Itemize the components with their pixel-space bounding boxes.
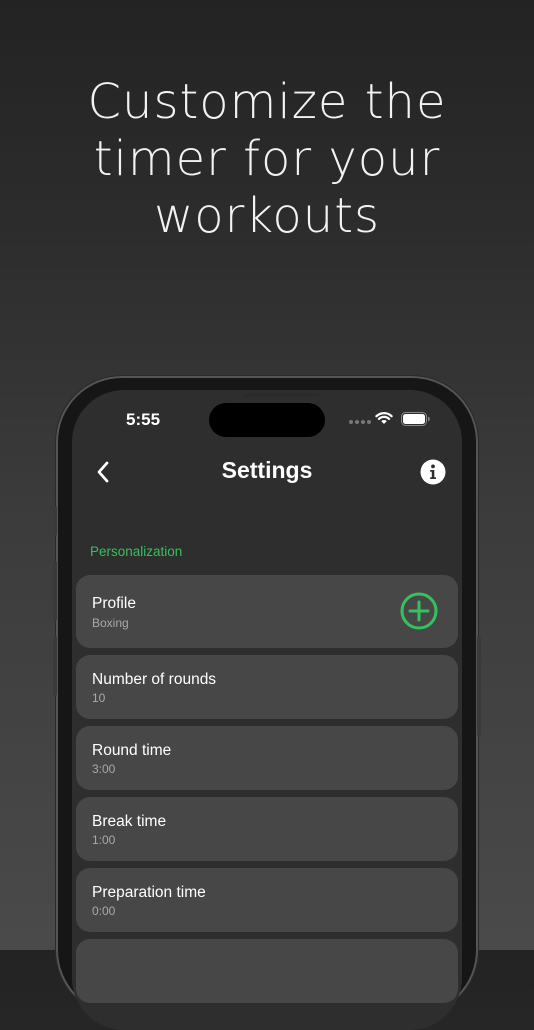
settings-row-number-of-rounds[interactable]: Number of rounds 10 xyxy=(76,655,458,719)
row-value: Boxing xyxy=(92,616,129,630)
phone-power-button xyxy=(477,636,481,736)
settings-row-next[interactable] xyxy=(76,939,458,1003)
cellular-signal-icon xyxy=(349,420,371,424)
plus-circle-icon[interactable] xyxy=(400,592,438,630)
row-value: 0:00 xyxy=(92,904,116,918)
headline-line-3: workouts xyxy=(153,188,381,244)
dynamic-island xyxy=(209,403,325,437)
phone-action-button xyxy=(53,506,57,536)
phone-volume-up-button xyxy=(53,561,57,621)
section-header-personalization: Personalization xyxy=(90,544,183,559)
settings-row-round-time[interactable]: Round time 3:00 xyxy=(76,726,458,790)
settings-row-preparation-time[interactable]: Preparation time 0:00 xyxy=(76,868,458,932)
row-title: Preparation time xyxy=(92,884,206,901)
status-time: 5:55 xyxy=(126,410,161,429)
phone-screen: 5:55 Settings Personalization Profile Bo… xyxy=(72,390,462,1030)
speaker-grille xyxy=(244,393,320,397)
headline-line-2: timer for your xyxy=(93,131,441,187)
row-title: Round time xyxy=(92,742,172,759)
phone-volume-down-button xyxy=(53,636,57,696)
settings-list: Profile Boxing Number of rounds 10 Round… xyxy=(76,575,458,1010)
settings-row-profile[interactable]: Profile Boxing xyxy=(76,575,458,648)
row-title: Profile xyxy=(92,595,136,612)
info-icon[interactable] xyxy=(420,459,446,485)
page-title: Settings xyxy=(221,457,313,483)
row-value: 3:00 xyxy=(92,762,116,776)
settings-row-break-time[interactable]: Break time 1:00 xyxy=(76,797,458,861)
wifi-icon xyxy=(375,412,393,424)
row-title: Break time xyxy=(92,813,167,830)
row-title: Number of rounds xyxy=(92,671,217,688)
row-value: 1:00 xyxy=(92,833,116,847)
promo-headline: Customize the timer for your workouts xyxy=(0,74,534,245)
row-value: 10 xyxy=(92,691,106,705)
headline-line-1: Customize the xyxy=(87,74,447,130)
battery-icon xyxy=(401,412,430,426)
phone-frame: 5:55 Settings Personalization Profile Bo… xyxy=(53,376,481,1030)
